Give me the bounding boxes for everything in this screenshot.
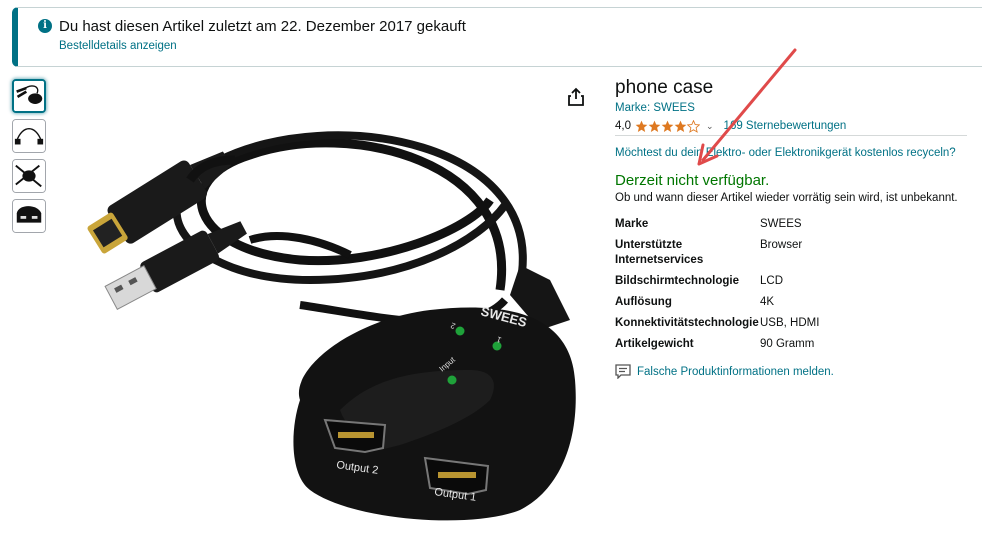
star-empty-icon — [687, 119, 700, 133]
product-thumbnail-icon — [13, 160, 45, 192]
purchase-notice-banner: i Du hast diesen Artikel zuletzt am 22. … — [12, 7, 982, 67]
thumbnail-3[interactable] — [12, 159, 46, 193]
spec-value: USB, HDMI — [760, 317, 820, 329]
report-link[interactable]: Falsche Produktinformationen melden. — [637, 366, 834, 378]
recycle-link[interactable]: Möchtest du dein Elektro- oder Elektroni… — [615, 147, 956, 159]
spec-row: Unterstützte Internetservices Browser — [615, 238, 819, 268]
star-rating[interactable] — [635, 119, 700, 133]
spec-row: Bildschirmtechnologie LCD — [615, 274, 819, 289]
spec-key: Marke — [615, 218, 649, 230]
availability-note: Ob und wann dieser Artikel wieder vorrät… — [615, 192, 958, 204]
product-specs-table: Marke SWEES Unterstützte Internetservice… — [615, 217, 819, 358]
chevron-down-icon[interactable]: ⌄ — [706, 121, 714, 132]
availability-status: Derzeit nicht verfügbar. — [615, 172, 770, 189]
product-thumbnail-icon — [13, 120, 45, 152]
rating-row: 4,0 ⌄ 169 Sternebewertungen — [615, 118, 846, 134]
spec-row: Auflösung 4K — [615, 295, 819, 310]
product-thumbnail-icon — [13, 200, 45, 232]
spec-value: LCD — [760, 275, 784, 287]
spec-key: Bildschirmtechnologie — [615, 275, 739, 287]
thumbnail-2[interactable] — [12, 119, 46, 153]
rating-value: 4,0 — [615, 120, 631, 132]
spec-value: 90 Gramm — [760, 338, 815, 350]
rating-count-link[interactable]: 169 Sternebewertungen — [724, 120, 847, 132]
product-image: SWEES 2 1 Input Output 2 Output 1 — [50, 80, 590, 533]
spec-value: 4K — [760, 296, 775, 308]
thumbnail-1[interactable] — [12, 79, 46, 113]
purchase-notice-message: Du hast diesen Artikel zuletzt am 22. De… — [59, 18, 466, 35]
star-full-icon — [648, 120, 661, 132]
share-icon[interactable] — [567, 87, 585, 107]
report-incorrect-info[interactable]: Falsche Produktinformationen melden. — [615, 364, 834, 379]
speech-bubble-icon — [615, 364, 631, 379]
spec-value: SWEES — [760, 218, 802, 230]
spec-value: Browser — [760, 239, 803, 251]
thumbnail-4[interactable] — [12, 199, 46, 233]
spec-key: Unterstützte Internetservices — [615, 239, 704, 266]
product-thumbnail-icon — [14, 81, 44, 111]
spec-key: Konnektivitätstechnologie — [615, 317, 759, 329]
brand-link[interactable]: Marke: SWEES — [615, 102, 695, 114]
info-icon: i — [38, 19, 52, 33]
star-full-icon — [661, 120, 674, 132]
star-full-icon — [635, 120, 648, 132]
divider — [615, 135, 967, 136]
spec-row: Artikelgewicht 90 Gramm — [615, 337, 819, 352]
spec-row: Konnektivitätstechnologie USB, HDMI — [615, 316, 819, 331]
star-full-icon — [674, 120, 687, 132]
order-details-link[interactable]: Bestelldetails anzeigen — [59, 40, 177, 52]
product-title: phone case — [615, 77, 714, 98]
spec-key: Auflösung — [615, 296, 672, 308]
spec-row: Marke SWEES — [615, 217, 819, 232]
spec-key: Artikelgewicht — [615, 338, 694, 350]
